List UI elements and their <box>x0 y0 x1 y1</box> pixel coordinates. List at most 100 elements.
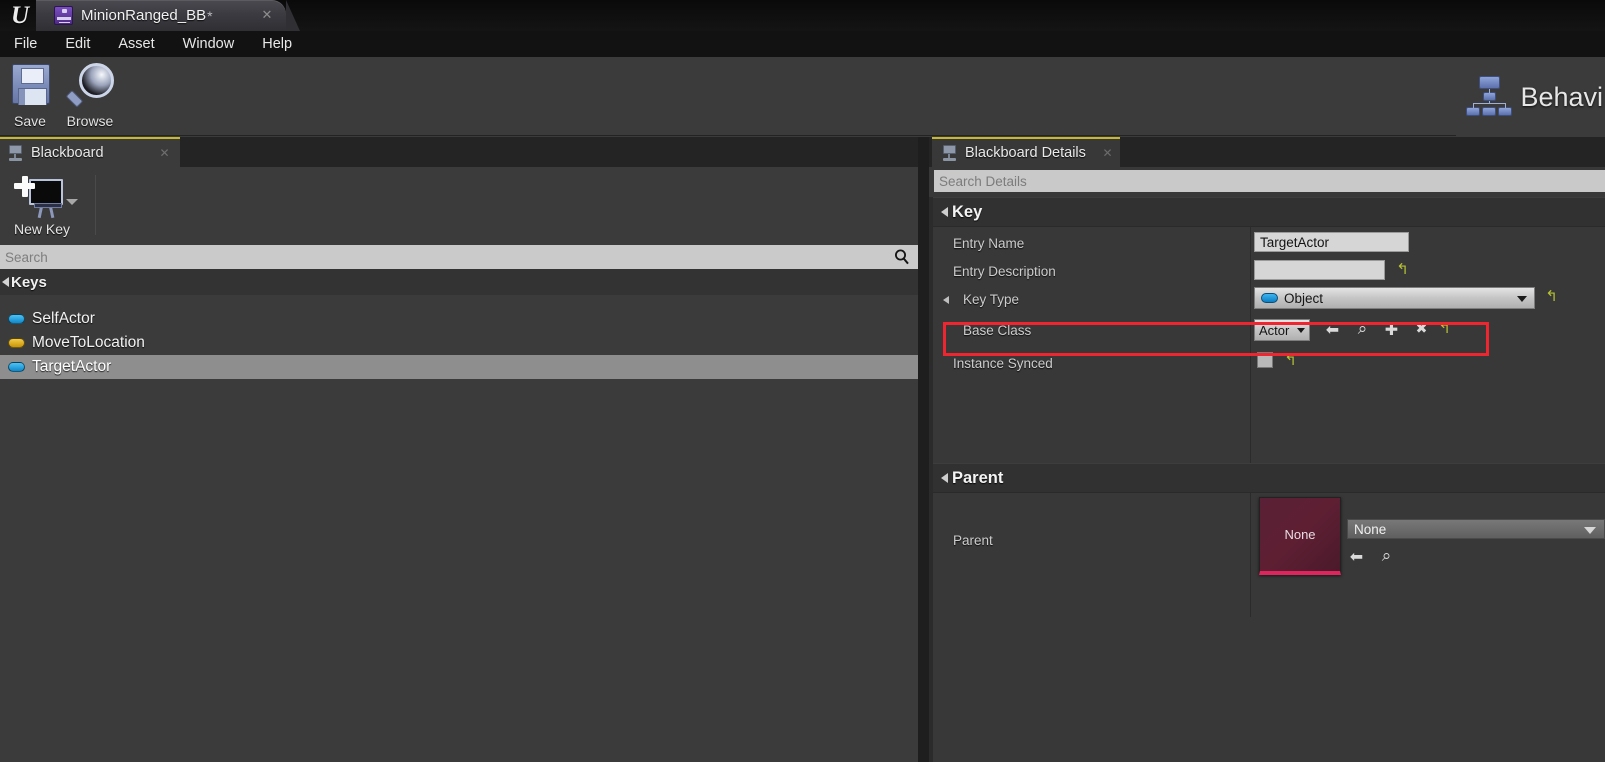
parent-asset-dropdown[interactable]: None <box>1347 519 1605 539</box>
save-button-label: Save <box>14 113 46 129</box>
reset-icon[interactable]: ↰ <box>1396 262 1409 277</box>
floppy-disk-icon <box>4 62 56 112</box>
chevron-down-icon <box>1584 527 1596 534</box>
clear-icon[interactable]: ✖ <box>1412 320 1431 339</box>
chevron-expanded-icon <box>941 473 948 483</box>
tab-blackboard-details[interactable]: Blackboard Details ✕ <box>932 137 1120 167</box>
chevron-expanded-icon[interactable] <box>943 296 949 304</box>
property-row-key-type: Key Type Object ↰ <box>933 285 1605 315</box>
key-type-dropdown[interactable]: Object <box>1254 287 1535 309</box>
tab-blackboard[interactable]: Blackboard ✕ <box>0 137 180 167</box>
browse-back-icon[interactable]: ⬅ <box>1323 320 1342 339</box>
object-key-chip-icon <box>8 362 25 372</box>
toolbar-divider <box>95 175 96 235</box>
keys-section-header[interactable]: Keys <box>0 269 918 295</box>
asset-dirty-marker: * <box>207 7 213 24</box>
search-input[interactable] <box>5 246 865 268</box>
blackboard-search-bar[interactable] <box>0 245 918 269</box>
property-label: Entry Name <box>953 236 1025 251</box>
parent-thumbnail[interactable]: None <box>1259 497 1341 575</box>
reset-icon[interactable]: ↰ <box>1545 289 1558 304</box>
key-name: MoveToLocation <box>32 334 145 351</box>
property-label: Base Class <box>963 323 1032 338</box>
category-label: Parent <box>952 468 1004 487</box>
behavior-tree-mode-label: Behavi <box>1520 81 1603 112</box>
menu-item-file[interactable]: File <box>0 34 51 54</box>
new-key-icon <box>12 172 72 222</box>
property-label: Instance Synced <box>953 356 1053 371</box>
key-name: TargetActor <box>32 358 112 375</box>
blackboard-details-panel: Blackboard Details ✕ Key Entry Name Targ… <box>929 137 1605 762</box>
property-label: Parent <box>953 533 993 548</box>
blackboard-icon <box>941 145 959 161</box>
category-label: Key <box>952 202 983 221</box>
browse-back-icon[interactable]: ⬅ <box>1347 547 1366 566</box>
list-item[interactable]: TargetActor <box>0 355 918 379</box>
key-name: SelfActor <box>32 310 95 327</box>
parent-thumbnail-label: None <box>1284 527 1316 542</box>
new-key-label: New Key <box>13 221 71 237</box>
blackboard-icon <box>7 145 25 161</box>
entry-name-field[interactable]: TargetActor <box>1254 232 1409 252</box>
category-header-key[interactable]: Key <box>933 197 1605 227</box>
property-row-entry-name: Entry Name TargetActor <box>933 229 1605 257</box>
search-details-input[interactable] <box>939 171 1589 191</box>
close-icon[interactable]: ✕ <box>158 147 171 160</box>
title-bar: U MinionRanged_BB * ✕ <box>0 0 1605 31</box>
base-class-dropdown[interactable]: Actor <box>1254 319 1310 341</box>
instance-synced-checkbox[interactable] <box>1257 352 1273 368</box>
chevron-expanded-icon <box>2 277 9 287</box>
parent-asset-value: None <box>1354 521 1387 537</box>
tab-blackboard-label: Blackboard <box>31 145 104 161</box>
vector-key-chip-icon <box>8 338 25 348</box>
search-icon <box>895 249 909 265</box>
property-label: Entry Description <box>953 264 1056 279</box>
menu-item-edit[interactable]: Edit <box>51 34 104 54</box>
magnifier-icon <box>64 62 116 112</box>
behavior-tree-asset-icon <box>54 6 73 25</box>
property-row-entry-description: Entry Description ↰ <box>933 257 1605 285</box>
behavior-tree-icon <box>1466 74 1513 120</box>
close-icon[interactable]: ✕ <box>1101 147 1114 160</box>
tab-blackboard-details-label: Blackboard Details <box>965 145 1086 161</box>
chevron-down-icon <box>1517 296 1527 302</box>
menu-item-asset[interactable]: Asset <box>104 34 168 54</box>
browse-asset-icon[interactable]: ⌕ <box>1353 320 1372 339</box>
property-row-base-class: Base Class Actor ⬅ ⌕ ✚ ✖ ↰ <box>933 315 1605 347</box>
unreal-logo-icon: U <box>10 1 30 29</box>
panel-splitter[interactable] <box>918 137 929 762</box>
use-selected-icon[interactable]: ✚ <box>1382 320 1401 339</box>
browse-button[interactable]: Browse <box>60 59 120 134</box>
main-toolbar: Save Browse <box>0 57 1605 136</box>
keys-section-label: Keys <box>11 273 47 291</box>
property-row-instance-synced: Instance Synced ↰ <box>933 347 1605 379</box>
list-item[interactable]: MoveToLocation <box>0 331 918 355</box>
menu-item-help[interactable]: Help <box>248 34 306 54</box>
category-header-parent[interactable]: Parent <box>933 463 1605 493</box>
asset-tab-minionranged-bb[interactable]: MinionRanged_BB * ✕ <box>36 0 300 31</box>
chevron-down-icon[interactable] <box>66 199 78 205</box>
reset-icon[interactable]: ↰ <box>1284 353 1297 368</box>
save-button[interactable]: Save <box>0 59 60 134</box>
details-search-bar[interactable] <box>934 170 1605 192</box>
blackboard-toolbar: New Key <box>0 167 918 245</box>
blackboard-tab-strip: Blackboard ✕ <box>0 137 918 167</box>
behavior-tree-mode-button[interactable]: Behavi <box>1456 58 1605 136</box>
details-body: Key Entry Name TargetActor Entry Descrip… <box>929 197 1605 762</box>
chevron-down-icon <box>1297 328 1305 333</box>
reset-icon[interactable]: ↰ <box>1438 321 1451 336</box>
key-type-value: Object <box>1284 290 1324 306</box>
browse-button-label: Browse <box>66 113 114 129</box>
details-tab-strip: Blackboard Details ✕ <box>929 137 1605 167</box>
browse-asset-icon[interactable]: ⌕ <box>1377 547 1396 566</box>
object-key-chip-icon <box>8 314 25 324</box>
asset-tab-label: MinionRanged_BB <box>81 7 207 24</box>
close-icon[interactable]: ✕ <box>260 8 274 22</box>
base-class-value: Actor <box>1259 322 1290 338</box>
list-item[interactable]: SelfActor <box>0 307 918 331</box>
chevron-expanded-icon <box>941 207 948 217</box>
property-label: Key Type <box>963 292 1020 307</box>
menu-item-window[interactable]: Window <box>169 34 249 54</box>
entry-description-field[interactable] <box>1254 260 1385 280</box>
menu-bar: File Edit Asset Window Help <box>0 31 1605 57</box>
